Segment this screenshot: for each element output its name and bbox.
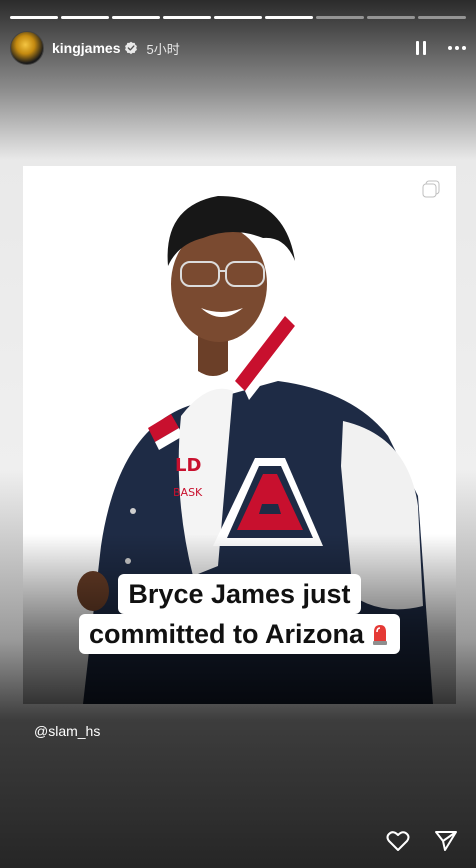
progress-segment <box>10 16 58 19</box>
svg-text:LD: LD <box>175 455 201 476</box>
send-icon[interactable] <box>434 830 458 852</box>
caption-line-1: Bryce James just <box>118 574 361 614</box>
story-header: kingjames 5小时 <box>10 30 466 66</box>
progress-segment <box>61 16 109 19</box>
username[interactable]: kingjames <box>52 40 120 56</box>
story-footer <box>386 830 458 852</box>
progress-segment <box>112 16 160 19</box>
caption-line-2: committed to Arizona <box>78 614 400 654</box>
caption-line-2-text: committed to Arizona <box>88 619 364 649</box>
progress-segment <box>163 16 211 19</box>
svg-text:BASK: BASK <box>173 486 203 499</box>
progress-segment <box>316 16 364 19</box>
progress-segment <box>214 16 262 19</box>
verified-badge-icon <box>125 41 138 55</box>
pause-icon[interactable] <box>416 41 426 55</box>
avatar[interactable] <box>10 31 44 65</box>
shared-post-card[interactable]: LD BASK Bryce James just committed to Ar… <box>23 166 456 704</box>
progress-segment <box>265 16 313 19</box>
post-caption: Bryce James just committed to Arizona <box>23 574 456 654</box>
multi-image-icon <box>422 180 440 198</box>
progress-segment <box>367 16 415 19</box>
progress-segment <box>418 16 466 19</box>
mention-sticker[interactable]: @slam_hs <box>34 723 100 739</box>
story-progress-bar <box>10 16 466 19</box>
more-icon[interactable] <box>448 46 466 50</box>
heart-icon[interactable] <box>386 830 410 852</box>
post-time: 5小时 <box>146 41 180 57</box>
siren-icon <box>373 625 387 645</box>
